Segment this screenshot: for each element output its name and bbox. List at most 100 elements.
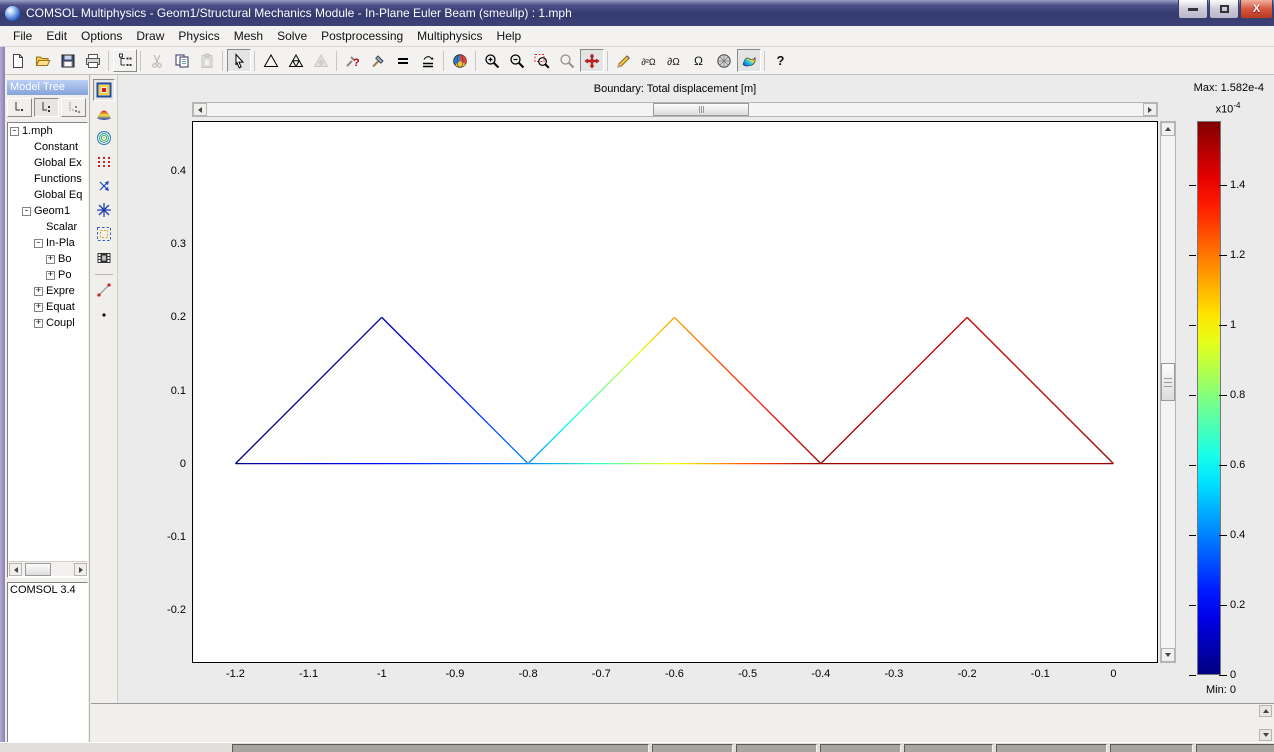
mesh-mode-button[interactable]	[712, 49, 736, 72]
menu-multiphysics[interactable]: Multiphysics	[410, 27, 489, 45]
select-pointer-button[interactable]	[227, 49, 251, 72]
point-mode-button[interactable]: ∂²Ω	[637, 49, 661, 72]
animate-button[interactable]	[93, 247, 115, 269]
scroll-thumb[interactable]	[1161, 363, 1175, 401]
initialize-mesh-button[interactable]	[259, 49, 283, 72]
scroll-left-button[interactable]	[193, 103, 207, 116]
grid-plot-icon	[96, 154, 112, 170]
y-axis-tick-label: 0.1	[128, 385, 186, 397]
expand-icon[interactable]: +	[34, 319, 43, 328]
save-file-button[interactable]	[56, 49, 80, 72]
scroll-thumb[interactable]	[25, 563, 51, 576]
line-plot-button[interactable]	[93, 279, 115, 301]
menu-edit[interactable]: Edit	[39, 27, 74, 45]
menu-physics[interactable]: Physics	[171, 27, 226, 45]
scroll-up-button[interactable]	[1259, 705, 1272, 717]
tree-item-equat[interactable]: +Equat	[8, 299, 87, 315]
scroll-right-button[interactable]	[74, 563, 87, 576]
tree-item-coupl[interactable]: +Coupl	[8, 315, 87, 331]
scroll-down-button[interactable]	[1161, 648, 1175, 662]
collapse-icon[interactable]: -	[22, 207, 31, 216]
zoom-window-button[interactable]	[530, 49, 554, 72]
tree-item-po[interactable]: +Po	[8, 267, 87, 283]
tree-horizontal-scrollbar[interactable]	[9, 561, 87, 576]
menu-file[interactable]: File	[6, 27, 39, 45]
arrow-plot-button[interactable]	[93, 175, 115, 197]
principal-plot-button[interactable]	[93, 199, 115, 221]
postprocessing-mode-button[interactable]	[737, 49, 761, 72]
grid-plot-button[interactable]	[93, 151, 115, 173]
close-button[interactable]: X	[1240, 0, 1273, 19]
boundary-plot-button[interactable]	[93, 79, 115, 101]
tree-view-1-button[interactable]	[7, 98, 32, 117]
tree-item-expre[interactable]: +Expre	[8, 283, 87, 299]
menu-help[interactable]: Help	[490, 27, 529, 45]
solve-button[interactable]	[366, 49, 390, 72]
tree-item-global-ex[interactable]: Global Ex	[8, 155, 87, 171]
deformed-shape-plot-button[interactable]	[93, 223, 115, 245]
boundary-mode-button[interactable]: ∂Ω	[662, 49, 686, 72]
zoom-in-button[interactable]	[480, 49, 504, 72]
pan-button[interactable]	[580, 49, 604, 72]
scroll-right-button[interactable]	[1143, 103, 1157, 116]
expand-icon[interactable]: +	[46, 255, 55, 264]
deformed-shape-plot-icon	[96, 226, 112, 242]
copy-button[interactable]	[170, 49, 194, 72]
message-log-scrollbar[interactable]	[1259, 705, 1273, 741]
refine-mesh-icon	[288, 53, 304, 69]
title-bar[interactable]: COMSOL Multiphysics - Geom1/Structural M…	[0, 0, 1274, 26]
scroll-up-button[interactable]	[1161, 122, 1175, 136]
draw-mode-button[interactable]	[612, 49, 636, 72]
menu-mesh[interactable]: Mesh	[227, 27, 270, 45]
restart-button[interactable]	[391, 49, 415, 72]
print-button[interactable]	[81, 49, 105, 72]
menu-draw[interactable]: Draw	[129, 27, 171, 45]
new-file-button[interactable]	[6, 49, 30, 72]
expand-icon[interactable]: +	[46, 271, 55, 280]
tree-item-label: Po	[58, 269, 71, 281]
model-tree-panel: Model Tree -1.mphConstantGlobal ExFuncti…	[5, 75, 90, 752]
refine-mesh-button[interactable]	[284, 49, 308, 72]
point-plot-button[interactable]	[93, 303, 115, 325]
open-file-button[interactable]	[31, 49, 55, 72]
tree-item-scalar[interactable]: Scalar	[8, 219, 87, 235]
scroll-left-button[interactable]	[9, 563, 22, 576]
tree-item-geom1[interactable]: -Geom1	[8, 203, 87, 219]
plot-vertical-scrollbar[interactable]	[1160, 121, 1176, 663]
expand-icon[interactable]: +	[34, 303, 43, 312]
tree-item-global-eq[interactable]: Global Eq	[8, 187, 87, 203]
minimize-button[interactable]	[1178, 0, 1208, 19]
zoom-out-button[interactable]	[505, 49, 529, 72]
solver-parameters-button[interactable]: ?	[341, 49, 365, 72]
scroll-thumb[interactable]	[653, 103, 749, 116]
scroll-down-button[interactable]	[1259, 729, 1272, 741]
collapse-icon[interactable]: -	[10, 127, 19, 136]
tree-view-3-button[interactable]	[61, 98, 86, 117]
message-log[interactable]	[91, 703, 1274, 742]
collapse-icon[interactable]: -	[34, 239, 43, 248]
version-log-box[interactable]: COMSOL 3.4	[7, 582, 88, 748]
toolbar-separator	[95, 274, 113, 275]
tree-item-constant[interactable]: Constant	[8, 139, 87, 155]
arrow-down-icon	[1263, 733, 1269, 737]
plot-horizontal-scrollbar[interactable]	[192, 102, 1158, 117]
tree-item-in-pla[interactable]: -In-Pla	[8, 235, 87, 251]
plot-canvas[interactable]	[192, 121, 1158, 663]
menu-options[interactable]: Options	[74, 27, 129, 45]
maximize-button[interactable]	[1209, 0, 1239, 19]
plot-parameters-button[interactable]	[448, 49, 472, 72]
menu-postprocessing[interactable]: Postprocessing	[314, 27, 410, 45]
tree-item-functions[interactable]: Functions	[8, 171, 87, 187]
tree-view-2-button[interactable]	[34, 98, 59, 117]
tree-item-1-mph[interactable]: -1.mph	[8, 123, 87, 139]
menu-solve[interactable]: Solve	[270, 27, 314, 45]
contour-plot-button[interactable]	[93, 127, 115, 149]
model-tree-toggle-button[interactable]	[113, 49, 137, 72]
x-axis-tick-label: -0.9	[435, 668, 475, 680]
surface-plot-button[interactable]	[93, 103, 115, 125]
expand-icon[interactable]: +	[34, 287, 43, 296]
update-model-button[interactable]	[416, 49, 440, 72]
tree-item-bo[interactable]: +Bo	[8, 251, 87, 267]
subdomain-mode-button[interactable]: Ω	[687, 49, 711, 72]
help-button[interactable]: ?	[769, 49, 793, 72]
